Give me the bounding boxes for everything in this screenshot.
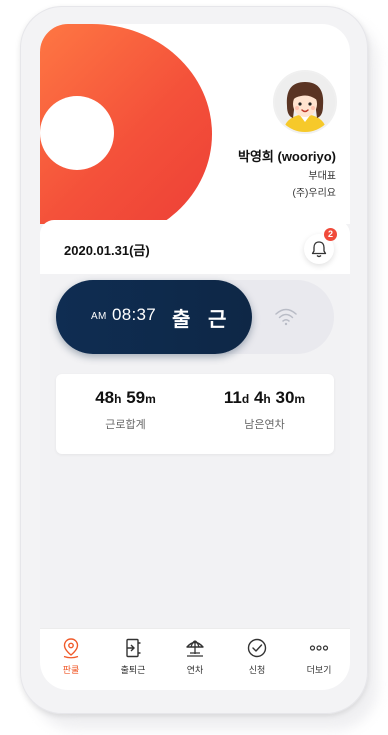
current-date: 2020.01.31(금) xyxy=(64,243,150,258)
punch-action-label: 출 근 xyxy=(172,309,233,331)
current-time: 08:37 xyxy=(112,305,157,324)
time-ampm: AM xyxy=(91,311,107,322)
brand-logo-hole xyxy=(40,96,114,170)
profile-title: 부대표 xyxy=(308,171,336,182)
umbrella-icon xyxy=(186,640,204,657)
map-pin-icon xyxy=(63,638,79,659)
more-icon xyxy=(309,645,329,651)
tab-label: 신청 xyxy=(248,665,266,675)
work-total-value: 48h 59m xyxy=(95,388,156,407)
profile-company: (주)우리요 xyxy=(292,188,336,199)
tab-home[interactable]: 판쿨 xyxy=(40,637,102,676)
date-row: 2020.01.31(금) 2 xyxy=(40,220,350,274)
work-total-label: 근로합계 xyxy=(105,419,146,431)
bell-icon xyxy=(311,241,327,258)
tab-label: 더보기 xyxy=(306,665,332,675)
remaining-leave-label: 남은연차 xyxy=(244,419,285,431)
check-circle-icon xyxy=(247,638,267,658)
tab-leave[interactable]: 연차 xyxy=(164,637,226,676)
tab-commute[interactable]: 출퇴근 xyxy=(102,637,164,676)
tab-more[interactable]: 더보기 xyxy=(288,637,350,676)
profile-name: 박영희 (wooriyo) xyxy=(238,149,336,164)
brand-logo-shape xyxy=(40,24,212,224)
punch-slider-track[interactable]: AM 08:37 출 근 xyxy=(56,280,334,354)
bottom-tab-bar: 판쿨 출퇴근 연차 신청 더보기 xyxy=(40,628,350,690)
tab-request[interactable]: 신청 xyxy=(226,637,288,676)
app-screen: 박영희 (wooriyo) 부대표 (주)우리요 2020.01.31(금) 2… xyxy=(40,24,350,690)
profile-header: 박영희 (wooriyo) 부대표 (주)우리요 xyxy=(40,24,350,224)
tab-label: 출퇴근 xyxy=(120,665,146,675)
work-total-stat: 48h 59m 근로합계 xyxy=(56,388,195,432)
tab-label: 판쿨 xyxy=(62,665,80,675)
wifi-icon xyxy=(275,308,297,326)
door-icon xyxy=(126,638,141,658)
avatar[interactable] xyxy=(275,72,335,132)
stats-card: 48h 59m 근로합계 11d 4h 30m 남은연차 xyxy=(56,374,334,454)
remaining-leave-value: 11d 4h 30m xyxy=(223,388,306,407)
remaining-leave-stat: 11d 4h 30m 남은연차 xyxy=(195,388,334,432)
tab-label: 연차 xyxy=(186,665,204,675)
notification-badge: 2 xyxy=(324,228,337,241)
punch-in-button[interactable]: AM 08:37 출 근 xyxy=(56,280,252,354)
avatar-illustration-icon xyxy=(275,72,335,132)
